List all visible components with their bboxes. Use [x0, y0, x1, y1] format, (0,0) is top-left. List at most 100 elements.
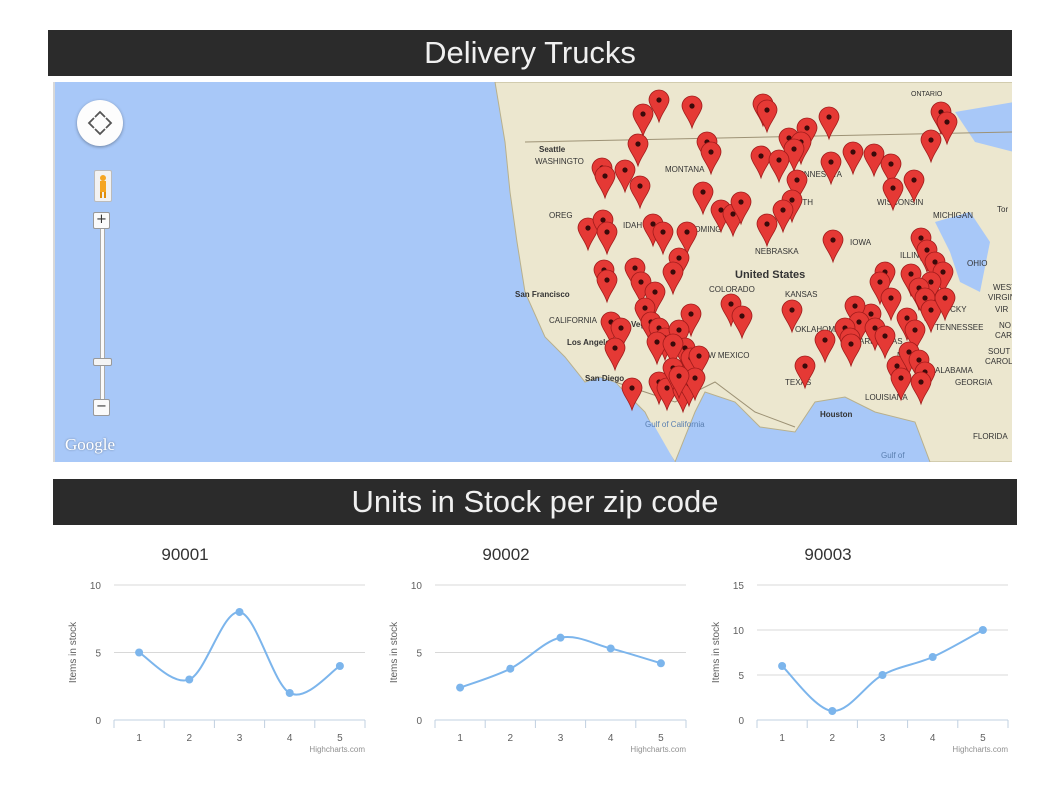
map-label-alabama: ALABAMA — [935, 366, 973, 375]
line-chart-svg: 90003 0 5 10 15 1 2 3 4 5 Items in stock Highcharts… — [711, 545, 1009, 754]
y-tick-label: 0 — [95, 716, 101, 727]
series-line — [138, 611, 341, 696]
map-label-california: CALIFORNIA — [549, 316, 598, 325]
map-canvas[interactable]: ONTARIOSeattleWASHINGTOMONTANAMINNESOTAO… — [55, 82, 1012, 462]
y-axis-label: Items in stock — [711, 621, 722, 683]
map-label-southcarolina2: CAROL — [985, 357, 1012, 366]
x-tick-label: 5 — [658, 733, 664, 744]
highcharts-credit[interactable]: Highcharts.com — [952, 745, 1008, 754]
map-label-northcarolina: NO — [999, 321, 1011, 330]
delivery-map[interactable]: ONTARIO Seattle WASHINGTO MONTANA MINNESOTA O… — [53, 82, 1012, 462]
highcharts-credit[interactable]: Highcharts.com — [309, 745, 365, 754]
y-tick-label: 0 — [416, 716, 422, 727]
line-chart-svg: 90002 0 5 10 1 2 3 4 5 Items in stock Highcharts.c… — [389, 545, 687, 754]
chart-90001: 90001 0 5 10 1 2 3 4 5 Items in stock Highcharts.c… — [50, 537, 370, 767]
map-label-westvirginia1: WEST — [993, 283, 1012, 292]
data-point[interactable] — [656, 659, 665, 668]
data-point[interactable] — [506, 664, 515, 673]
chart-90002: 90002 0 5 10 1 2 3 4 5 Items in stock Highcharts.c… — [371, 537, 691, 767]
data-point[interactable] — [335, 662, 344, 670]
x-tick-label: 2 — [830, 733, 836, 744]
x-tick-label: 5 — [980, 733, 986, 744]
map-label-michigan: MICHIGAN — [933, 211, 973, 220]
page-title: Delivery Trucks — [48, 30, 1012, 76]
section-title: Units in Stock per zip code — [53, 479, 1017, 525]
data-point[interactable] — [978, 626, 987, 634]
map-label-iowa: IOWA — [850, 238, 872, 247]
map-label-sandiego: San Diego — [585, 374, 624, 383]
zoom-in-button[interactable]: + — [93, 212, 110, 229]
map-label-colorado: COLORADO — [709, 285, 755, 294]
map-label-montana: MONTANA — [665, 165, 705, 174]
x-tick-label: 1 — [779, 733, 785, 744]
y-tick-label: 0 — [738, 716, 744, 727]
chart-90003: 90003 0 5 10 15 1 2 3 4 5 Items in stock Highcharts… — [693, 537, 1013, 767]
x-tick-label: 4 — [930, 733, 936, 744]
y-tick-label: 5 — [416, 649, 422, 660]
data-point[interactable] — [456, 683, 465, 692]
x-tick-label: 5 — [337, 733, 343, 744]
map-label-sanfrancisco: San Francisco — [515, 290, 570, 299]
series-line — [781, 629, 984, 713]
y-tick-label: 10 — [733, 626, 745, 637]
data-point[interactable] — [928, 653, 937, 661]
data-point[interactable] — [185, 675, 194, 684]
data-point[interactable] — [778, 662, 787, 670]
map-label-oregon: OREG — [549, 211, 573, 220]
map-label-georgia: GEORGIA — [955, 378, 993, 387]
zoom-slider-handle[interactable] — [93, 358, 112, 366]
data-point[interactable] — [285, 689, 294, 697]
y-tick-label: 10 — [90, 581, 102, 592]
x-tick-label: 2 — [187, 733, 193, 744]
map-label-houston: Houston — [820, 410, 853, 419]
x-tick-label: 2 — [508, 733, 514, 744]
map-label-kansas: KANSAS — [785, 290, 817, 299]
map-label-seattle: Seattle — [539, 145, 566, 154]
y-tick-label: 15 — [733, 581, 745, 592]
map-label-gulfofcalifornia: Gulf of California — [645, 420, 705, 429]
y-axis-label: Items in stock — [68, 621, 79, 683]
x-tick-label: 1 — [136, 733, 142, 744]
data-point[interactable] — [828, 707, 837, 715]
pan-arrows-icon — [87, 110, 113, 136]
map-label-southcarolina1: SOUT — [988, 347, 1010, 356]
x-tick-label: 4 — [287, 733, 293, 744]
pan-control[interactable] — [77, 100, 123, 146]
chart-title: 90001 — [161, 545, 208, 564]
map-label-virginia: VIR — [995, 305, 1009, 314]
x-tick-label: 3 — [558, 733, 564, 744]
map-label-westvirginia2: VIRGINI — [988, 293, 1012, 302]
data-point[interactable] — [878, 671, 887, 679]
y-tick-label: 5 — [738, 671, 744, 682]
x-tick-label: 3 — [880, 733, 886, 744]
street-view-pegman-icon[interactable] — [94, 170, 112, 202]
map-label-wisconsin: WISCONSIN — [877, 198, 923, 207]
data-point[interactable] — [606, 644, 615, 653]
map-label-unitedstates: United States — [735, 269, 805, 281]
y-tick-label: 10 — [411, 581, 423, 592]
x-tick-label: 4 — [608, 733, 614, 744]
series-line — [459, 635, 662, 689]
x-tick-label: 1 — [457, 733, 463, 744]
zoom-slider-track[interactable] — [100, 224, 105, 411]
data-point[interactable] — [135, 648, 144, 657]
highcharts-credit[interactable]: Highcharts.com — [630, 745, 686, 754]
map-label-carolina: CAR — [995, 331, 1012, 340]
zoom-out-button[interactable]: − — [93, 399, 110, 416]
map-label-ohio: OHIO — [967, 259, 987, 268]
map-label-toronto: Tor — [997, 205, 1008, 214]
google-logo: Google — [65, 435, 116, 454]
y-axis-label: Items in stock — [389, 621, 400, 683]
chart-title: 90003 — [804, 545, 851, 564]
y-tick-label: 5 — [95, 649, 101, 660]
chart-title: 90002 — [482, 545, 529, 564]
x-tick-label: 3 — [237, 733, 243, 744]
map-label-florida: FLORIDA — [973, 432, 1008, 441]
map-label-tennessee: TENNESSEE — [935, 323, 983, 332]
map-label-ontario: ONTARIO — [911, 91, 943, 98]
data-point[interactable] — [235, 608, 244, 616]
map-label-nebraska: NEBRASKA — [755, 247, 799, 256]
data-point[interactable] — [556, 633, 565, 642]
map-label-gulfof: Gulf of — [881, 451, 905, 460]
map-label-washington: WASHINGTO — [535, 157, 584, 166]
